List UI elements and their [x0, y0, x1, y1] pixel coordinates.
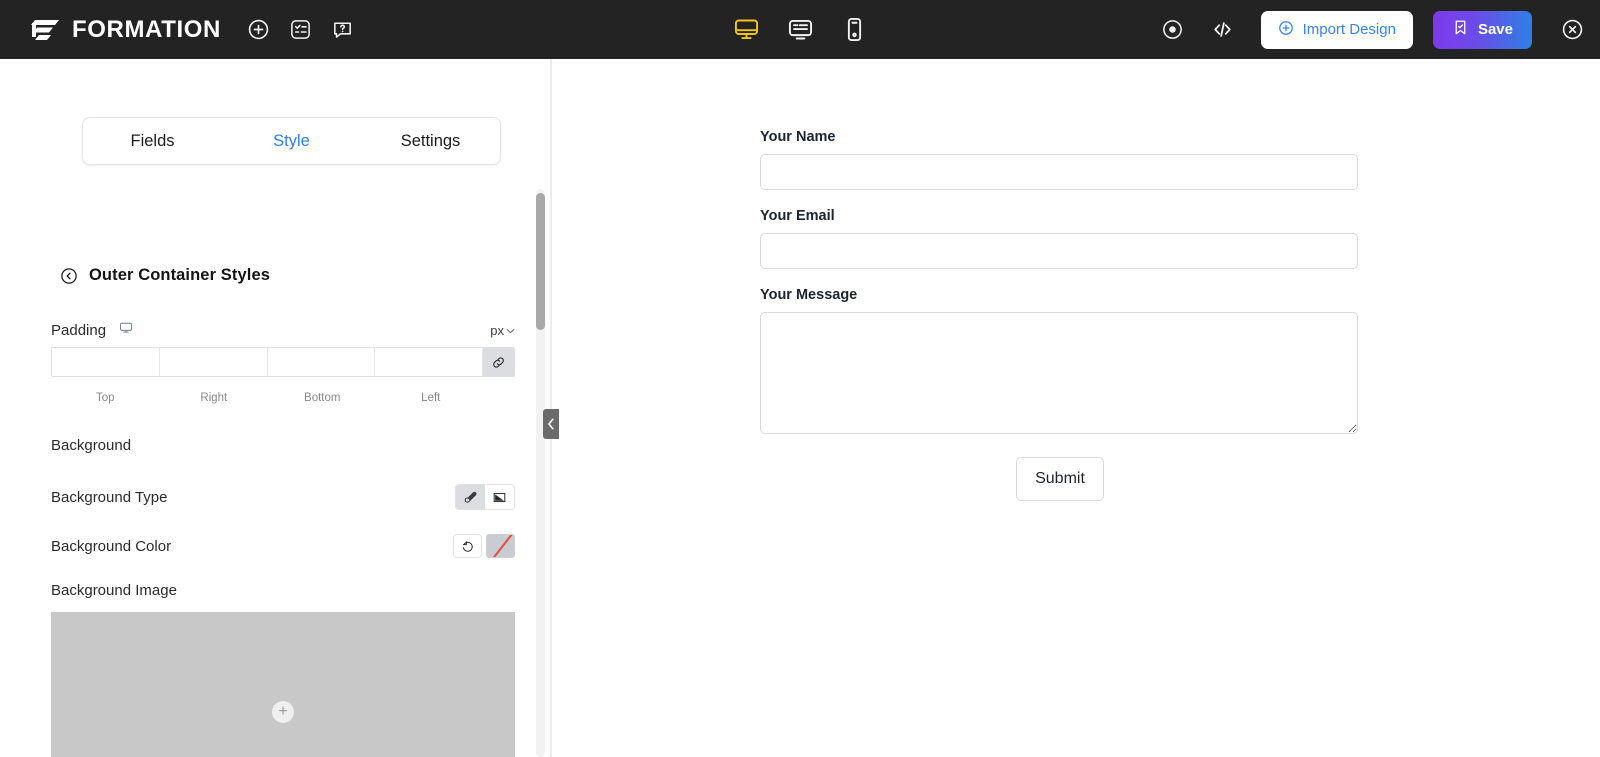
chevron-down-icon: [506, 328, 515, 333]
panel-scrollbar-track[interactable]: [536, 189, 545, 757]
section-header: Outer Container Styles: [60, 266, 270, 285]
section-title: Outer Container Styles: [89, 266, 270, 284]
eye-preview-icon[interactable]: [1161, 18, 1185, 42]
padding-left-input[interactable]: [375, 348, 483, 376]
padding-label: Padding: [51, 322, 107, 339]
style-settings-panel: Fields Style Settings Outer Container St…: [0, 59, 550, 757]
panel-scrollbar-thumb[interactable]: [536, 193, 545, 330]
contact-form: Your Name Your Email Your Message Submit: [760, 129, 1360, 501]
collapse-panel-handle[interactable]: [543, 409, 559, 439]
background-color-swatch[interactable]: [486, 534, 515, 558]
background-type-label: Background Type: [51, 488, 168, 506]
top-bar: FORMATION Import Design Save: [0, 0, 1600, 59]
field-label-your-email: Your Email: [760, 208, 835, 224]
padding-bottom-input[interactable]: [267, 348, 376, 376]
device-desktop-button[interactable]: [732, 16, 760, 44]
padding-caption-bottom: Bottom: [304, 392, 341, 404]
background-group-label: Background: [51, 437, 132, 454]
topbar-left-group: FORMATION: [0, 15, 355, 43]
form-preview: Your Name Your Email Your Message Submit: [552, 59, 1600, 757]
brush-icon[interactable]: [456, 485, 485, 509]
background-type-segmented: [455, 484, 515, 510]
padding-caption-top: Top: [95, 392, 115, 404]
gradient-icon[interactable]: [485, 485, 514, 509]
background-color-controls: [453, 534, 515, 558]
submit-button[interactable]: Submit: [1016, 457, 1104, 501]
padding-unit-select[interactable]: px: [490, 323, 515, 338]
chevron-left-circle-icon[interactable]: [60, 267, 78, 285]
background-image-dropzone[interactable]: +: [51, 612, 515, 757]
add-image-icon[interactable]: +: [272, 701, 294, 723]
padding-captions: Top Right Bottom Left: [51, 392, 485, 404]
code-view-icon[interactable]: [1211, 18, 1235, 42]
main-area: Fields Style Settings Outer Container St…: [0, 59, 1600, 757]
padding-row: Padding px: [51, 321, 515, 340]
field-label-your-message: Your Message: [760, 287, 858, 303]
tab-settings[interactable]: Settings: [361, 133, 500, 150]
device-mobile-button[interactable]: [840, 16, 868, 44]
background-color-label: Background Color: [51, 537, 172, 555]
brand-logo[interactable]: FORMATION: [31, 15, 221, 43]
padding-label-group: Padding: [51, 321, 133, 340]
save-button[interactable]: Save: [1432, 10, 1532, 49]
brand-name: FORMATION: [72, 15, 221, 43]
device-switcher: [732, 16, 868, 44]
desktop-icon[interactable]: [119, 321, 133, 340]
padding-caption-left: Left: [421, 392, 441, 404]
save-label: Save: [1477, 21, 1513, 38]
bookmark-check-icon: [1452, 19, 1469, 40]
plus-circle-icon: [1278, 20, 1294, 40]
import-design-button[interactable]: Import Design: [1260, 10, 1413, 49]
submit-row: Submit: [760, 457, 1360, 501]
help-icon[interactable]: [331, 18, 355, 42]
link-sides-icon[interactable]: [483, 348, 514, 376]
padding-unit-value: px: [490, 323, 504, 338]
background-type-row: Background Type: [51, 484, 515, 510]
padding-caption-right: Right: [200, 392, 228, 404]
panel-tabs: Fields Style Settings: [82, 117, 501, 165]
import-design-label: Import Design: [1302, 21, 1396, 38]
background-image-label: Background Image: [51, 582, 177, 599]
padding-right-input[interactable]: [159, 348, 268, 376]
topbar-right-group: Import Design Save: [1161, 0, 1584, 59]
tab-style[interactable]: Style: [222, 133, 361, 150]
your-message-textarea[interactable]: [760, 312, 1358, 434]
field-your-message: Your Message: [760, 287, 1360, 439]
field-your-email: Your Email: [760, 208, 1360, 269]
formation-logo-icon: [31, 18, 61, 42]
field-your-name: Your Name: [760, 129, 1360, 190]
close-icon[interactable]: [1560, 18, 1584, 42]
topbar-actions: [247, 18, 355, 42]
add-circle-icon[interactable]: [247, 18, 271, 42]
padding-top-input[interactable]: [52, 348, 160, 376]
reset-icon[interactable]: [453, 534, 482, 558]
padding-inputs: [51, 347, 515, 377]
forms-list-icon[interactable]: [289, 18, 313, 42]
field-label-your-name: Your Name: [760, 129, 836, 145]
device-tablet-button[interactable]: [786, 16, 814, 44]
background-color-row: Background Color: [51, 534, 515, 558]
tab-fields[interactable]: Fields: [83, 133, 222, 150]
your-name-input[interactable]: [760, 154, 1358, 190]
your-email-input[interactable]: [760, 233, 1358, 269]
